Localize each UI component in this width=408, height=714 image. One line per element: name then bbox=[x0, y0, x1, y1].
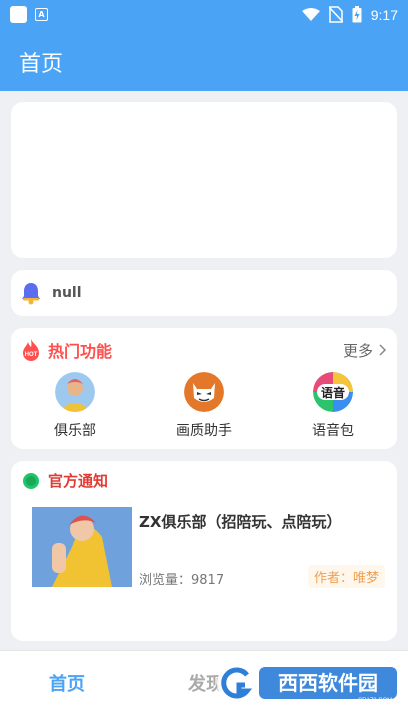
a-badge-icon: A bbox=[35, 8, 48, 21]
notice-text: null bbox=[52, 285, 82, 301]
app-square-icon bbox=[10, 6, 27, 23]
hot-features-card: HOT 热门功能 更多 俱乐部 画质助手 语音 语音包 bbox=[11, 328, 397, 449]
official-notice-card: 官方通知 ZX俱乐部（招陪玩、点陪玩） 浏览量：9817 作者：唯梦 bbox=[11, 461, 397, 641]
post-author: 作者：唯梦 bbox=[307, 565, 385, 588]
more-label: 更多 bbox=[342, 341, 373, 360]
chevron-right-icon bbox=[379, 344, 387, 356]
svg-text:HOT: HOT bbox=[25, 352, 38, 358]
status-time: 9:17 bbox=[370, 6, 398, 23]
page-title: 首页 bbox=[19, 52, 64, 77]
watermark-logo: 西西软件园 CR173.COM bbox=[217, 663, 397, 704]
svg-text:CR173.COM: CR173.COM bbox=[358, 698, 392, 704]
nav-home-tab[interactable]: 首页 bbox=[49, 670, 85, 696]
feature-quality-helper-label: 画质助手 bbox=[176, 423, 232, 439]
official-notice-title: 官方通知 bbox=[48, 472, 109, 490]
no-sim-icon bbox=[328, 6, 343, 23]
cat-devil-icon bbox=[184, 372, 224, 412]
more-link[interactable]: 更多 bbox=[343, 340, 387, 361]
feature-club[interactable]: 俱乐部 bbox=[25, 372, 125, 440]
feature-voice-pack-label: 语音包 bbox=[312, 423, 354, 439]
svg-text:语音: 语音 bbox=[321, 385, 345, 400]
post-thumbnail[interactable] bbox=[32, 507, 132, 587]
app-bar: 首页 bbox=[0, 29, 408, 91]
svg-text:西西软件园: 西西软件园 bbox=[278, 671, 378, 695]
banner-card[interactable] bbox=[11, 102, 397, 258]
post-views: 浏览量：9817 bbox=[139, 573, 225, 588]
feature-club-label: 俱乐部 bbox=[54, 423, 96, 439]
hot-features-title: 热门功能 bbox=[48, 342, 113, 361]
battery-icon bbox=[352, 6, 362, 23]
hot-flame-icon: HOT bbox=[23, 339, 39, 361]
hot-features-header: HOT 热门功能 更多 bbox=[20, 338, 387, 362]
club-avatar-icon bbox=[55, 372, 95, 412]
green-dot-icon bbox=[23, 472, 39, 489]
feature-voice-pack[interactable]: 语音 语音包 bbox=[283, 372, 383, 440]
official-notice-header: 官方通知 bbox=[22, 470, 108, 491]
voice-pack-icon: 语音 bbox=[313, 372, 353, 412]
notice-card[interactable]: null bbox=[11, 270, 397, 316]
post-title[interactable]: ZX俱乐部（招陪玩、点陪玩） bbox=[139, 511, 341, 532]
wifi-icon bbox=[301, 7, 320, 21]
feature-quality-helper[interactable]: 画质助手 bbox=[154, 372, 254, 440]
status-bar: A 9:17 bbox=[0, 0, 408, 29]
bell-icon bbox=[22, 283, 40, 305]
